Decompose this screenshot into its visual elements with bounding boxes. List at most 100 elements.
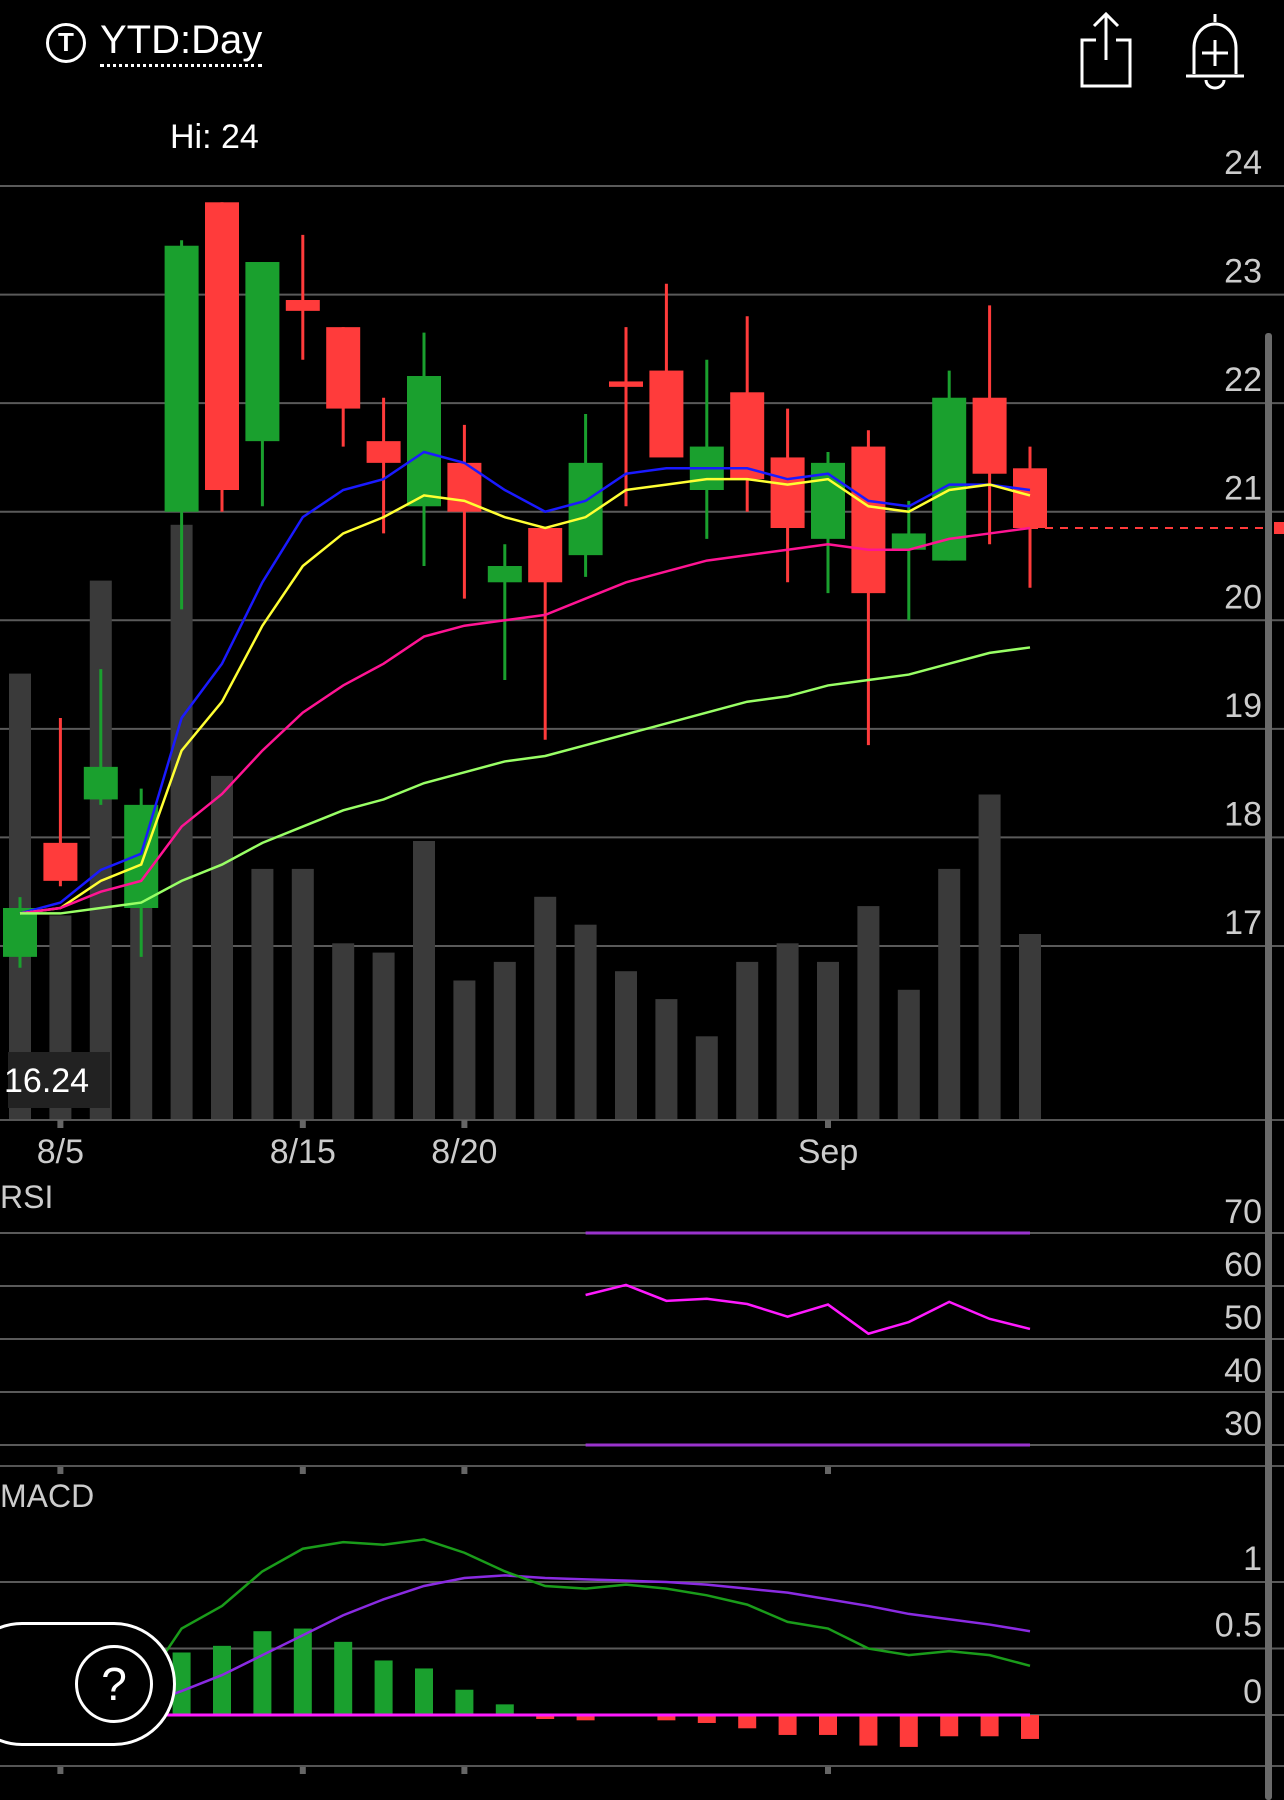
volume-bars xyxy=(9,524,1041,1120)
candle xyxy=(770,408,805,583)
macd-histogram-bar xyxy=(859,1715,878,1746)
candle-body xyxy=(124,804,159,909)
volume-bar xyxy=(978,794,1001,1120)
rsi-title: RSI xyxy=(0,1179,53,1215)
volume-bar xyxy=(736,961,759,1120)
x-axis-labels: 8/5 8/15 8/20 Sep xyxy=(37,1133,858,1171)
candle-body xyxy=(649,370,684,458)
x-axis-label: 8/5 xyxy=(37,1133,84,1171)
macd-histogram-bar xyxy=(455,1689,474,1715)
rsi-tick-label: 50 xyxy=(1224,1299,1262,1337)
volume-bar xyxy=(332,943,355,1120)
candle xyxy=(245,262,280,507)
candle-body xyxy=(972,397,1007,474)
candlesticks[interactable] xyxy=(3,202,1047,968)
candle xyxy=(285,234,320,360)
volume-bar xyxy=(413,841,435,1120)
volume-bar xyxy=(938,868,961,1120)
candle xyxy=(972,305,1007,545)
price-tick-label: 24 xyxy=(1224,144,1262,182)
volume-bar xyxy=(615,971,637,1120)
candle-body xyxy=(528,528,563,583)
scrollbar[interactable] xyxy=(1265,333,1272,1800)
macd-tick-label: 0 xyxy=(1243,1673,1262,1711)
macd-histogram-bar xyxy=(1021,1715,1039,1739)
candle-body xyxy=(43,842,78,881)
candle xyxy=(164,240,199,610)
volume-bar xyxy=(493,961,516,1120)
candle xyxy=(1013,446,1047,588)
help-button[interactable]: ? xyxy=(75,1645,153,1723)
candle-body xyxy=(285,300,320,311)
price-tick-label: 22 xyxy=(1224,361,1262,399)
macd-histogram-bar xyxy=(819,1715,837,1735)
price-tick-label: 21 xyxy=(1224,470,1262,508)
macd-tick-label: 1 xyxy=(1243,1540,1262,1578)
candle-body xyxy=(770,457,805,529)
share-icon[interactable] xyxy=(1076,10,1136,95)
macd-histogram-bar xyxy=(415,1668,433,1715)
volume-bar xyxy=(1019,934,1041,1120)
candle xyxy=(3,897,37,968)
volume-bar xyxy=(655,999,678,1120)
candle xyxy=(568,414,603,577)
volume-bar xyxy=(170,524,193,1120)
macd-grid xyxy=(0,1581,1284,1716)
macd-tick-label: 0.5 xyxy=(1215,1607,1262,1645)
volume-bar xyxy=(534,896,557,1120)
candle-body xyxy=(730,392,765,480)
candle-body xyxy=(83,766,118,800)
header: T YTD:Day xyxy=(46,18,263,67)
stock-chart[interactable]: 24 23 22 21 20 19 18 17 Hi: 24 16.24 8/5 8/15 8/2… xyxy=(0,0,1284,1800)
price-tick-label: 19 xyxy=(1224,687,1262,725)
volume-bar xyxy=(817,961,839,1120)
candle-body xyxy=(609,381,643,387)
candle xyxy=(83,669,118,805)
rsi-tick-label: 70 xyxy=(1224,1193,1262,1231)
candle xyxy=(326,327,361,447)
macd-histogram xyxy=(51,1628,1039,1747)
macd-title: MACD xyxy=(0,1478,94,1514)
candle xyxy=(43,718,78,887)
rsi-ticks: 70 60 50 40 30 xyxy=(1224,1193,1262,1443)
price-tick-label: 20 xyxy=(1224,578,1262,616)
candle-body xyxy=(851,446,886,594)
candle xyxy=(932,370,967,561)
candle-body xyxy=(205,202,239,491)
ticker-icon[interactable]: T xyxy=(46,22,86,63)
hi-label: Hi: 24 xyxy=(170,118,259,156)
candle-body xyxy=(164,245,199,512)
candle-body xyxy=(487,566,522,583)
macd-ticks: 10.50 xyxy=(1215,1540,1262,1711)
candle xyxy=(609,327,643,507)
volume-bar xyxy=(211,775,233,1120)
candle xyxy=(487,544,522,681)
macd-histogram-bar xyxy=(899,1715,918,1747)
volume-bar xyxy=(857,906,880,1120)
x-axis-label: Sep xyxy=(798,1133,859,1171)
macd-histogram-bar xyxy=(213,1645,231,1715)
range-selector[interactable]: YTD:Day xyxy=(100,18,263,67)
volume-bar xyxy=(372,952,395,1120)
candle xyxy=(407,332,441,567)
macd-histogram-bar xyxy=(778,1715,797,1735)
candle-body xyxy=(3,908,37,957)
last-price-marker xyxy=(1274,522,1284,535)
candle xyxy=(891,500,926,621)
candle-body xyxy=(366,441,401,463)
rsi-grid xyxy=(0,1232,1284,1446)
volume-bar xyxy=(251,868,274,1120)
volume-bar xyxy=(574,924,597,1120)
candle xyxy=(851,430,886,746)
candle-body xyxy=(326,327,361,409)
price-tick-label: 17 xyxy=(1224,904,1262,942)
macd-histogram-bar xyxy=(334,1641,353,1715)
volume-bar xyxy=(776,943,799,1120)
candle xyxy=(366,397,401,534)
candle-body xyxy=(245,262,280,442)
volume-bar xyxy=(897,989,920,1120)
rsi-line xyxy=(585,1283,1031,1336)
macd-histogram-bar xyxy=(374,1660,393,1715)
rsi-tick-label: 30 xyxy=(1224,1405,1262,1443)
add-alert-icon[interactable] xyxy=(1180,10,1250,95)
